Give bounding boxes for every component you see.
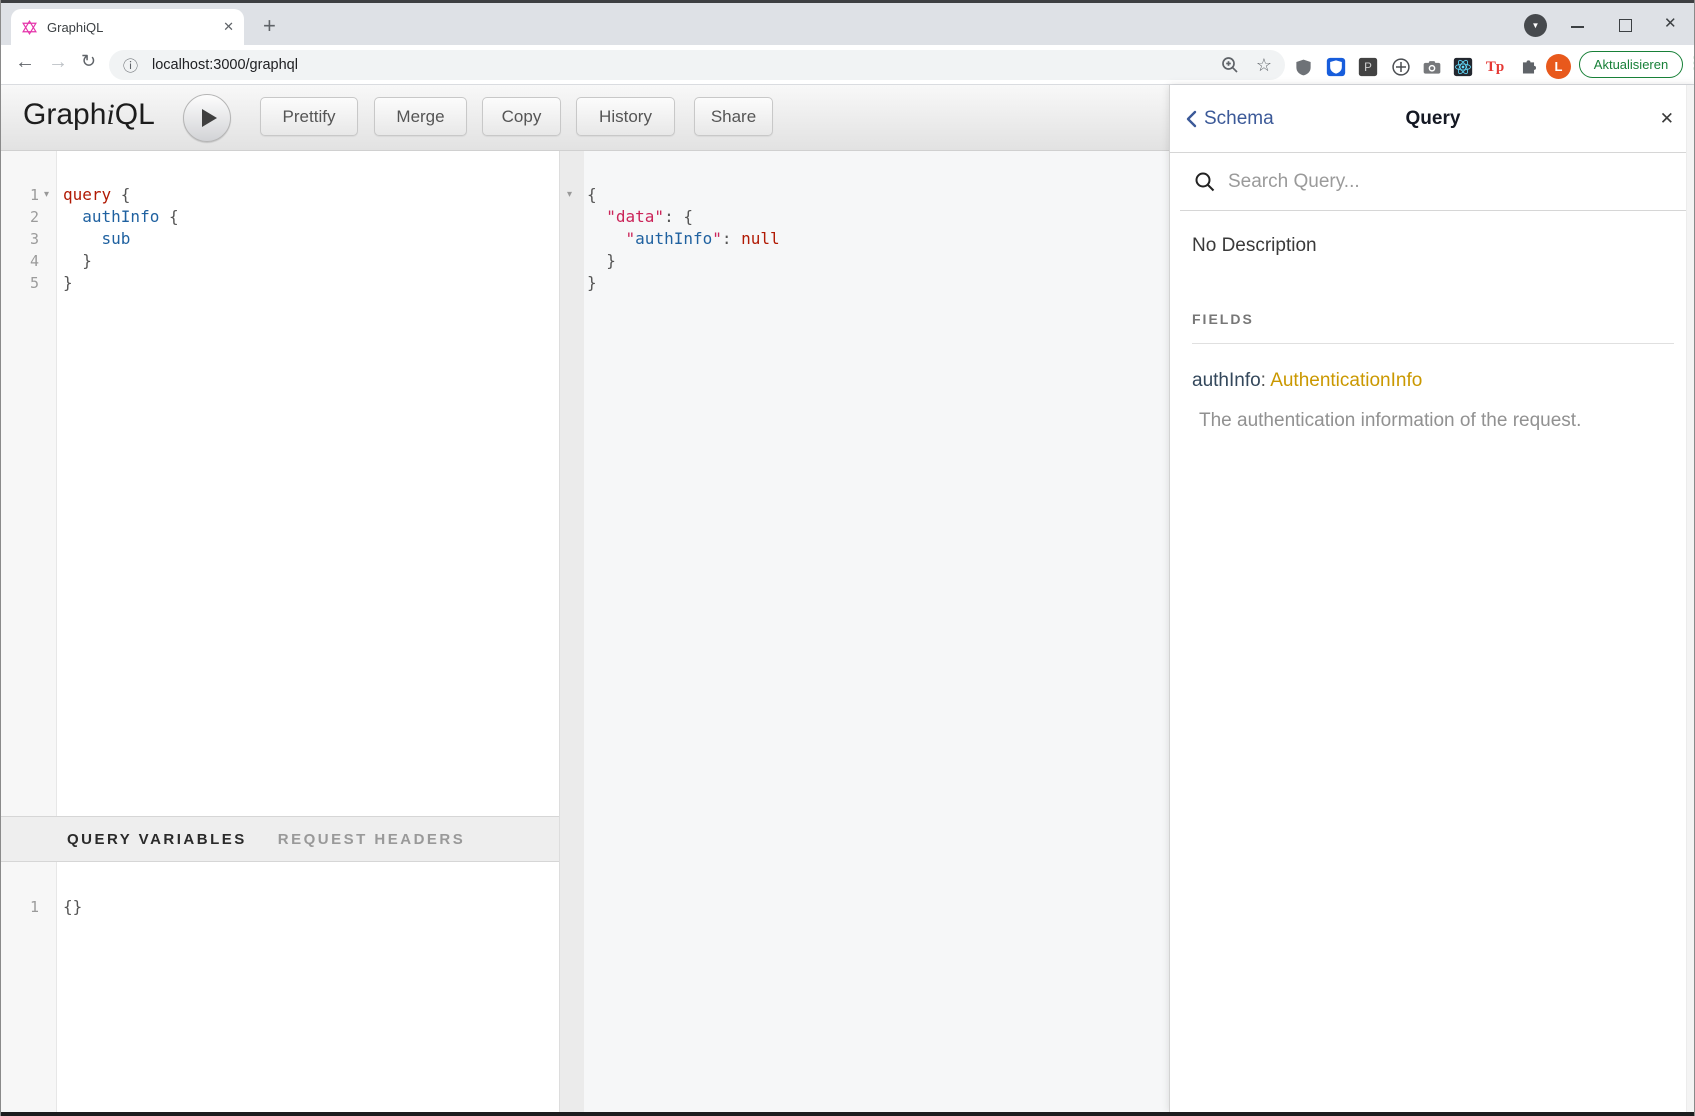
forward-icon[interactable]: → [48, 51, 68, 74]
update-browser-button[interactable]: Aktualisieren [1579, 51, 1683, 78]
result-fold-gutter: ▾ [560, 151, 584, 1112]
doc-explorer-panel: Schema Query ✕ No Description FIELDS aut… [1169, 85, 1695, 1112]
tab-strip: GraphiQL ✕ + ▼ ✕ [1, 3, 1694, 45]
screenshot-camera-icon[interactable] [1420, 55, 1444, 79]
p-extension-icon[interactable]: P [1356, 55, 1380, 79]
taskbar-edge [1, 1112, 1694, 1116]
bitwarden-icon[interactable] [1324, 55, 1348, 79]
url-input[interactable] [150, 56, 1054, 74]
field-name-link[interactable]: authInfo [1192, 370, 1261, 391]
browser-menu-icon[interactable]: ⋮ [1687, 53, 1695, 73]
doc-explorer-header: Schema Query ✕ [1170, 85, 1695, 153]
field-type-link[interactable]: AuthenticationInfo [1270, 370, 1422, 391]
query-editor[interactable]: 12345 ▾ query { authInfo { sub }} [1, 151, 559, 816]
result-json: { "data": { "authInfo": null }} [587, 184, 780, 294]
doc-back-label: Schema [1204, 108, 1274, 130]
reload-icon[interactable]: ↻ [81, 51, 96, 72]
chrome-status-icon[interactable]: ▼ [1524, 14, 1547, 37]
field-separator: : [1261, 370, 1271, 391]
tab-request-headers[interactable]: REQUEST HEADERS [278, 831, 466, 848]
browser-tab[interactable]: GraphiQL ✕ [11, 9, 244, 45]
query-editor-gutter: 12345 ▾ [1, 151, 57, 816]
tab-query-variables[interactable]: QUERY VARIABLES [67, 831, 247, 848]
query-variables-editor[interactable]: 1 {} [1, 862, 559, 1112]
variables-tab-bar: QUERY VARIABLES REQUEST HEADERS [1, 816, 559, 862]
ublock-origin-icon[interactable] [1291, 55, 1315, 79]
move-tool-icon[interactable] [1389, 55, 1413, 79]
line-numbers: 1 [1, 896, 39, 918]
fold-arrow-icon[interactable]: ▾ [44, 189, 49, 200]
bookmark-star-icon[interactable]: ☆ [1253, 54, 1275, 76]
execute-query-button[interactable] [183, 94, 231, 142]
doc-close-icon[interactable]: ✕ [1660, 109, 1674, 129]
query-code[interactable]: query { authInfo { sub }} [63, 184, 179, 294]
svg-text:P: P [1364, 61, 1372, 74]
line-numbers: 12345 [1, 184, 39, 294]
site-info-icon[interactable]: ⓘ [123, 55, 138, 76]
browser-toolbar: ← → ↻ ⓘ ☆ P [1, 45, 1694, 85]
new-tab-button[interactable]: + [263, 13, 276, 39]
type-description: No Description [1192, 235, 1674, 257]
doc-content: No Description FIELDS authInfo: Authenti… [1170, 235, 1695, 432]
address-bar[interactable]: ⓘ [109, 50, 1285, 80]
tab-close-icon[interactable]: ✕ [223, 19, 234, 35]
variables-code[interactable]: {} [63, 896, 82, 918]
share-button[interactable]: Share [694, 97, 773, 136]
graphql-favicon-icon [21, 19, 38, 36]
search-icon [1194, 171, 1216, 193]
extensions-puzzle-icon[interactable] [1516, 55, 1540, 79]
copy-button[interactable]: Copy [482, 97, 561, 136]
graphiql-logo: GraphiQL [23, 98, 155, 132]
profile-avatar[interactable]: L [1546, 54, 1571, 79]
search-underline [1180, 210, 1686, 211]
graphiql-topbar: GraphiQL Prettify Merge Copy History Sha… [1, 85, 1169, 151]
variables-editor-gutter: 1 [1, 862, 57, 1112]
doc-back-link[interactable]: Schema [1186, 108, 1274, 130]
browser-window: GraphiQL ✕ + ▼ ✕ ← → ↻ ⓘ ☆ P [0, 0, 1695, 1116]
doc-scrollbar[interactable] [1686, 85, 1695, 1112]
fields-section-title: FIELDS [1192, 311, 1674, 344]
field-row: authInfo: AuthenticationInfo [1192, 370, 1674, 392]
react-devtools-icon[interactable] [1451, 55, 1475, 79]
merge-button[interactable]: Merge [374, 97, 467, 136]
tp-extension-icon[interactable]: Tp [1483, 55, 1507, 79]
result-viewer: ▾ { "data": { "authInfo": null }} [559, 151, 1169, 1112]
field-description: The authentication information of the re… [1192, 410, 1674, 432]
back-icon[interactable]: ← [15, 51, 35, 74]
fold-arrow-icon[interactable]: ▾ [567, 189, 572, 200]
history-button[interactable]: History [576, 97, 675, 136]
doc-search-row [1170, 153, 1695, 211]
window-close-button[interactable]: ✕ [1664, 14, 1677, 32]
doc-search-input[interactable] [1226, 170, 1660, 194]
prettify-button[interactable]: Prettify [260, 97, 358, 136]
chevron-left-icon [1186, 110, 1197, 128]
zoom-lens-icon[interactable] [1219, 54, 1241, 76]
tab-title: GraphiQL [47, 20, 223, 35]
play-icon [202, 109, 217, 127]
maximize-button[interactable] [1619, 19, 1632, 32]
minimize-button[interactable] [1571, 26, 1584, 28]
